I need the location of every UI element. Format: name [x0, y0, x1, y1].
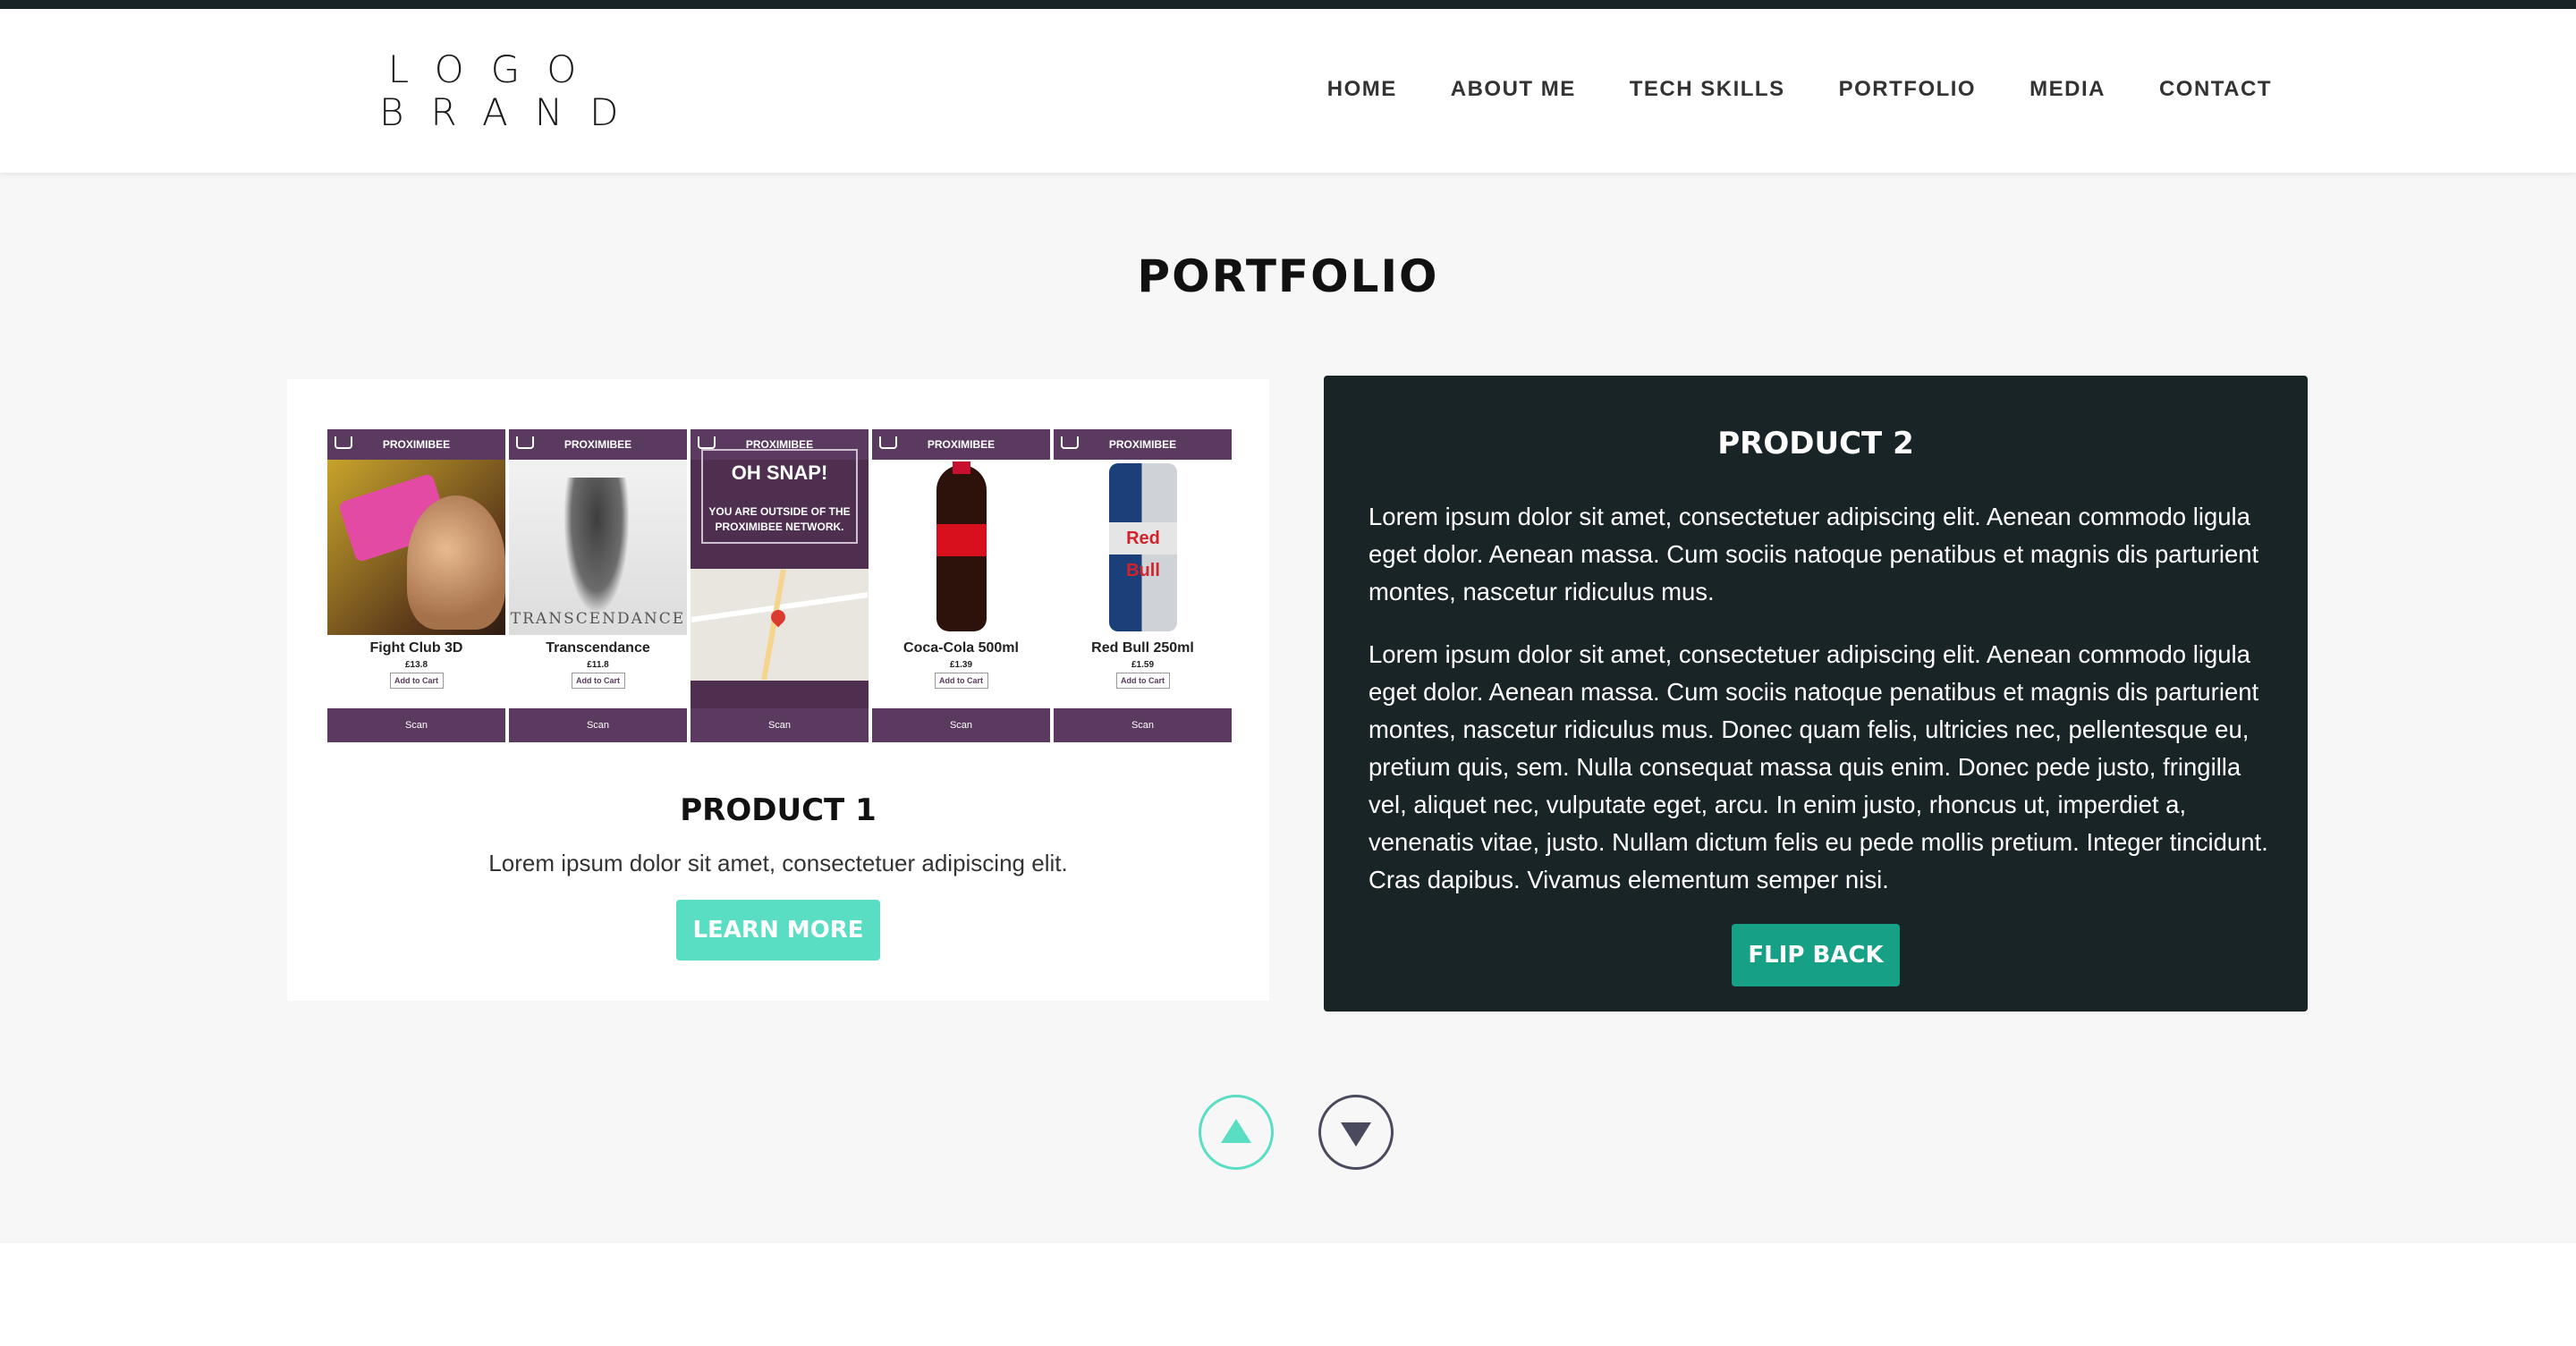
- product-1-card: PROXIMIBEE Fight Club 3D £13.8 Add to Ca…: [287, 379, 1269, 1001]
- product-1-description: Lorem ipsum dolor sit amet, consectetuer…: [488, 850, 1068, 876]
- coca-cola-bottle-image: [872, 460, 1050, 635]
- flip-back-button[interactable]: FLIP BACK: [1732, 924, 1900, 986]
- product-price: £11.8: [587, 660, 609, 670]
- product-price: £1.39: [949, 660, 973, 670]
- app-header: PROXIMIBEE: [509, 429, 687, 460]
- app-screen-transcendance: PROXIMIBEE TRANSCENDANCE Transcendance £…: [509, 429, 687, 742]
- main-nav: HOME ABOUT ME TECH SKILLS PORTFOLIO MEDI…: [1327, 77, 2272, 102]
- scroll-down-button[interactable]: [1318, 1095, 1394, 1170]
- product-name: Red Bull 250ml: [1091, 640, 1194, 656]
- add-to-cart-button: Add to Cart: [389, 673, 444, 689]
- cart-icon: [516, 436, 534, 449]
- cart-icon: [335, 436, 352, 449]
- nav-tech-skills[interactable]: TECH SKILLS: [1630, 77, 1785, 102]
- logo-line-1: LOGO: [387, 47, 604, 91]
- scan-bar: Scan: [872, 708, 1050, 742]
- product-name: Fight Club 3D: [369, 640, 463, 656]
- nav-home[interactable]: HOME: [1327, 77, 1397, 102]
- app-header: PROXIMIBEE: [1054, 429, 1232, 460]
- site-header: LOGO BRAND HOME ABOUT ME TECH SKILLS POR…: [0, 9, 2576, 173]
- nav-portfolio[interactable]: PORTFOLIO: [1839, 77, 1977, 102]
- nav-contact[interactable]: CONTACT: [2159, 77, 2272, 102]
- app-header: PROXIMIBEE: [872, 429, 1050, 460]
- app-screen-fight-club: PROXIMIBEE Fight Club 3D £13.8 Add to Ca…: [327, 429, 505, 742]
- logo[interactable]: LOGO BRAND: [379, 47, 646, 134]
- learn-more-button[interactable]: LEARN MORE: [676, 900, 880, 961]
- transcendance-poster: TRANSCENDANCE: [509, 460, 687, 635]
- scroll-up-button[interactable]: [1199, 1095, 1274, 1170]
- cart-icon: [698, 436, 716, 449]
- scan-bar: Scan: [691, 708, 869, 742]
- app-screen-red-bull: PROXIMIBEE Red Bull Red Bull 250ml £1.59…: [1054, 429, 1232, 742]
- triangle-up-icon: [1221, 1118, 1251, 1143]
- scan-bar: Scan: [327, 708, 505, 742]
- product-2-card: PRODUCT 2 Lorem ipsum dolor sit amet, co…: [1324, 376, 2308, 1012]
- scan-bar: Scan: [1054, 708, 1232, 742]
- product-price: £1.59: [1131, 660, 1155, 670]
- product-2-paragraph-2: Lorem ipsum dolor sit amet, consectetuer…: [1368, 640, 2268, 893]
- next-section: [0, 1243, 2576, 1346]
- product-name: Transcendance: [546, 640, 650, 656]
- product-2-paragraph-1: Lorem ipsum dolor sit amet, consectetuer…: [1368, 503, 2259, 605]
- add-to-cart-button: Add to Cart: [1115, 673, 1170, 689]
- add-to-cart-button: Add to Cart: [934, 673, 988, 689]
- nav-media[interactable]: MEDIA: [2029, 77, 2106, 102]
- nav-about-me[interactable]: ABOUT ME: [1451, 77, 1576, 102]
- product-1-screenshots: PROXIMIBEE Fight Club 3D £13.8 Add to Ca…: [327, 429, 1232, 742]
- cart-icon: [879, 436, 897, 449]
- map-thumbnail: [691, 569, 869, 681]
- app-header: PROXIMIBEE: [327, 429, 505, 460]
- logo-line-2: BRAND: [379, 90, 646, 134]
- top-accent-bar: [0, 0, 2576, 9]
- section-title: PORTFOLIO: [1137, 250, 1439, 302]
- app-screen-coca-cola: PROXIMIBEE Coca-Cola 500ml £1.39 Add to …: [872, 429, 1050, 742]
- product-price: £13.8: [404, 660, 428, 670]
- product-2-title: PRODUCT 2: [1717, 426, 1914, 461]
- app-screen-out-of-network: PROXIMIBEE OH SNAP! YOU ARE OUTSIDE OF T…: [691, 429, 869, 742]
- out-of-network-alert: OH SNAP! YOU ARE OUTSIDE OF THE PROXIMIB…: [701, 449, 858, 544]
- product-name: Coca-Cola 500ml: [903, 640, 1019, 656]
- product-1-title: PRODUCT 1: [680, 792, 877, 828]
- red-bull-can-image: Red Bull: [1054, 460, 1232, 635]
- triangle-down-icon: [1341, 1122, 1371, 1147]
- add-to-cart-button: Add to Cart: [571, 673, 625, 689]
- fight-club-poster: [327, 460, 505, 635]
- cart-icon: [1061, 436, 1079, 449]
- scan-bar: Scan: [509, 708, 687, 742]
